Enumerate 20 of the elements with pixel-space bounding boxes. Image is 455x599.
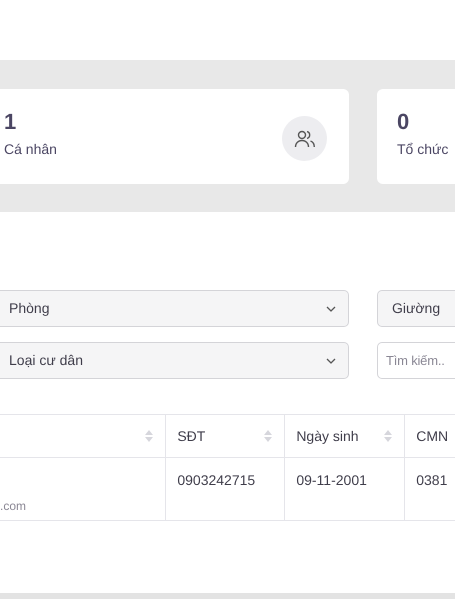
column-header: CMN — [416, 426, 448, 446]
search-field[interactable]: Tìm kiếm.. — [377, 342, 455, 379]
select-field[interactable]: Phòng — [0, 290, 349, 327]
stat-value: 0 — [397, 109, 410, 136]
sort-icon[interactable] — [383, 429, 394, 443]
table-cell: 0903242715 — [177, 472, 256, 488]
column-header: SĐT — [177, 426, 206, 446]
sort-icon[interactable] — [263, 429, 274, 443]
table-cell: 0381 — [416, 472, 448, 488]
column-header: Ngày sinh — [296, 426, 359, 446]
select-field[interactable]: Loại cư dân — [0, 342, 349, 379]
select-field[interactable]: Giường — [377, 290, 455, 327]
stat-label: Cá nhân — [4, 140, 57, 160]
table-cell: 09-11-2001 — [296, 472, 367, 488]
sort-icon[interactable] — [144, 429, 154, 443]
stat-label: Tổ chức — [397, 140, 448, 160]
stat-value: 1 — [4, 109, 18, 136]
email-text: .com — [0, 498, 26, 515]
chevron-icon — [326, 306, 336, 312]
chevron-icon — [326, 358, 336, 364]
